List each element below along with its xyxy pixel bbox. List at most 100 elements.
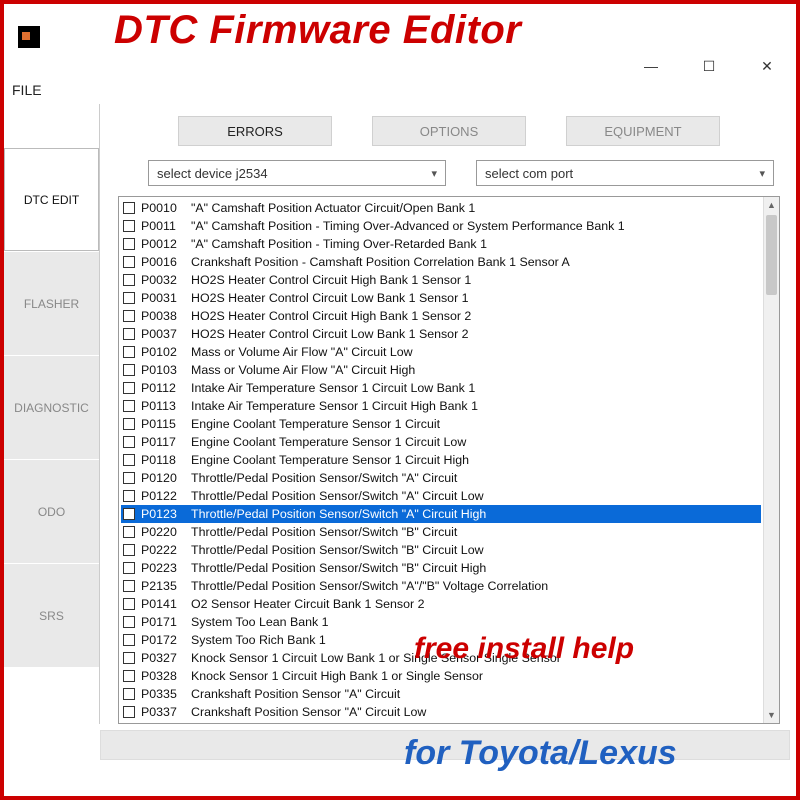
list-item[interactable]: P0337Crankshaft Position Sensor "A" Circ… bbox=[121, 703, 761, 721]
dtc-description: System Too Lean Bank 1 bbox=[191, 615, 329, 629]
sidebar-item-srs[interactable]: SRS bbox=[4, 564, 99, 668]
checkbox[interactable] bbox=[123, 328, 135, 340]
list-item[interactable]: P0120Throttle/Pedal Position Sensor/Swit… bbox=[121, 469, 761, 487]
list-item[interactable]: P0115Engine Coolant Temperature Sensor 1… bbox=[121, 415, 761, 433]
dtc-code: P0220 bbox=[141, 525, 191, 539]
overlay-brand: for Toyota/Lexus bbox=[404, 734, 677, 773]
list-item[interactable]: P0010"A" Camshaft Position Actuator Circ… bbox=[121, 199, 761, 217]
tab-errors[interactable]: ERRORS bbox=[178, 116, 332, 146]
list-item[interactable]: P0123Throttle/Pedal Position Sensor/Swit… bbox=[121, 505, 761, 523]
dtc-code: P0011 bbox=[141, 219, 191, 233]
dtc-code: P0222 bbox=[141, 543, 191, 557]
list-item[interactable]: P0032HO2S Heater Control Circuit High Ba… bbox=[121, 271, 761, 289]
chevron-down-icon: ▾ bbox=[431, 167, 437, 180]
list-item[interactable]: P0171System Too Lean Bank 1 bbox=[121, 613, 761, 631]
checkbox[interactable] bbox=[123, 634, 135, 646]
scroll-up-icon[interactable]: ▲ bbox=[764, 197, 779, 213]
dtc-description: HO2S Heater Control Circuit High Bank 1 … bbox=[191, 309, 471, 323]
dtc-code: P0103 bbox=[141, 363, 191, 377]
checkbox[interactable] bbox=[123, 508, 135, 520]
list-item[interactable]: P0012"A" Camshaft Position - Timing Over… bbox=[121, 235, 761, 253]
checkbox[interactable] bbox=[123, 238, 135, 250]
dtc-code: P0223 bbox=[141, 561, 191, 575]
list-item[interactable]: P0141O2 Sensor Heater Circuit Bank 1 Sen… bbox=[121, 595, 761, 613]
dtc-code: P0171 bbox=[141, 615, 191, 629]
tab-options[interactable]: OPTIONS bbox=[372, 116, 526, 146]
list-item[interactable]: P0037HO2S Heater Control Circuit Low Ban… bbox=[121, 325, 761, 343]
dtc-code: P0120 bbox=[141, 471, 191, 485]
sidebar-item-diagnostic[interactable]: DIAGNOSTIC bbox=[4, 356, 99, 460]
tab-equipment[interactable]: EQUIPMENT bbox=[566, 116, 720, 146]
checkbox[interactable] bbox=[123, 454, 135, 466]
list-item[interactable]: P0222Throttle/Pedal Position Sensor/Swit… bbox=[121, 541, 761, 559]
list-item[interactable]: P0102Mass or Volume Air Flow "A" Circuit… bbox=[121, 343, 761, 361]
scrollbar[interactable]: ▲ ▼ bbox=[763, 197, 779, 723]
checkbox[interactable] bbox=[123, 220, 135, 232]
overlay-help: free install help bbox=[414, 632, 634, 666]
close-button[interactable]: ✕ bbox=[748, 54, 786, 78]
menu-file[interactable]: FILE bbox=[12, 82, 42, 98]
minimize-button[interactable]: — bbox=[632, 54, 670, 78]
checkbox[interactable] bbox=[123, 616, 135, 628]
list-item[interactable]: P0103Mass or Volume Air Flow "A" Circuit… bbox=[121, 361, 761, 379]
checkbox[interactable] bbox=[123, 382, 135, 394]
checkbox[interactable] bbox=[123, 562, 135, 574]
list-item[interactable]: P0118Engine Coolant Temperature Sensor 1… bbox=[121, 451, 761, 469]
dtc-code: P0118 bbox=[141, 453, 191, 467]
checkbox[interactable] bbox=[123, 544, 135, 556]
list-item[interactable]: P0122Throttle/Pedal Position Sensor/Swit… bbox=[121, 487, 761, 505]
list-item[interactable]: P0113Intake Air Temperature Sensor 1 Cir… bbox=[121, 397, 761, 415]
checkbox[interactable] bbox=[123, 364, 135, 376]
list-item[interactable]: P0011"A" Camshaft Position - Timing Over… bbox=[121, 217, 761, 235]
dtc-description: Engine Coolant Temperature Sensor 1 Circ… bbox=[191, 417, 440, 431]
list-item[interactable]: P0335Crankshaft Position Sensor "A" Circ… bbox=[121, 685, 761, 703]
scroll-down-icon[interactable]: ▼ bbox=[764, 707, 779, 723]
port-combobox[interactable]: select com port ▾ bbox=[476, 160, 774, 186]
checkbox[interactable] bbox=[123, 652, 135, 664]
sidebar-item-dtc-edit[interactable]: DTC EDIT bbox=[4, 148, 99, 252]
list-item[interactable]: P0112Intake Air Temperature Sensor 1 Cir… bbox=[121, 379, 761, 397]
sidebar: DTC EDITFLASHERDIAGNOSTICODOSRS bbox=[4, 104, 100, 724]
checkbox[interactable] bbox=[123, 202, 135, 214]
checkbox[interactable] bbox=[123, 688, 135, 700]
dtc-description: Knock Sensor 1 Circuit High Bank 1 or Si… bbox=[191, 669, 483, 683]
checkbox[interactable] bbox=[123, 274, 135, 286]
sidebar-item-odo[interactable]: ODO bbox=[4, 460, 99, 564]
app-icon bbox=[18, 26, 40, 48]
dtc-code: P0038 bbox=[141, 309, 191, 323]
list-item[interactable]: P0038HO2S Heater Control Circuit High Ba… bbox=[121, 307, 761, 325]
dtc-description: System Too Rich Bank 1 bbox=[191, 633, 326, 647]
scroll-thumb[interactable] bbox=[766, 215, 777, 295]
list-item[interactable]: P0328Knock Sensor 1 Circuit High Bank 1 … bbox=[121, 667, 761, 685]
dtc-description: Crankshaft Position Sensor "A" Circuit bbox=[191, 687, 400, 701]
checkbox[interactable] bbox=[123, 436, 135, 448]
list-item[interactable]: P0220Throttle/Pedal Position Sensor/Swit… bbox=[121, 523, 761, 541]
list-item[interactable]: P0016Crankshaft Position - Camshaft Posi… bbox=[121, 253, 761, 271]
list-item[interactable]: P2135Throttle/Pedal Position Sensor/Swit… bbox=[121, 577, 761, 595]
checkbox[interactable] bbox=[123, 346, 135, 358]
checkbox[interactable] bbox=[123, 472, 135, 484]
dtc-description: Throttle/Pedal Position Sensor/Switch "B… bbox=[191, 525, 457, 539]
dtc-code: P0113 bbox=[141, 399, 191, 413]
device-combobox[interactable]: select device j2534 ▾ bbox=[148, 160, 446, 186]
checkbox[interactable] bbox=[123, 706, 135, 718]
checkbox[interactable] bbox=[123, 598, 135, 610]
list-item[interactable]: P0031HO2S Heater Control Circuit Low Ban… bbox=[121, 289, 761, 307]
sidebar-item-flasher[interactable]: FLASHER bbox=[4, 252, 99, 356]
maximize-button[interactable]: ☐ bbox=[690, 54, 728, 78]
dtc-description: "A" Camshaft Position - Timing Over-Reta… bbox=[191, 237, 487, 251]
dtc-description: Crankshaft Position - Camshaft Position … bbox=[191, 255, 570, 269]
checkbox[interactable] bbox=[123, 256, 135, 268]
list-item[interactable]: P0117Engine Coolant Temperature Sensor 1… bbox=[121, 433, 761, 451]
checkbox[interactable] bbox=[123, 292, 135, 304]
dtc-description: HO2S Heater Control Circuit High Bank 1 … bbox=[191, 273, 471, 287]
checkbox[interactable] bbox=[123, 310, 135, 322]
checkbox[interactable] bbox=[123, 418, 135, 430]
checkbox[interactable] bbox=[123, 400, 135, 412]
checkbox[interactable] bbox=[123, 526, 135, 538]
checkbox[interactable] bbox=[123, 670, 135, 682]
list-item[interactable]: P0223Throttle/Pedal Position Sensor/Swit… bbox=[121, 559, 761, 577]
checkbox[interactable] bbox=[123, 490, 135, 502]
checkbox[interactable] bbox=[123, 580, 135, 592]
dtc-code: P0335 bbox=[141, 687, 191, 701]
